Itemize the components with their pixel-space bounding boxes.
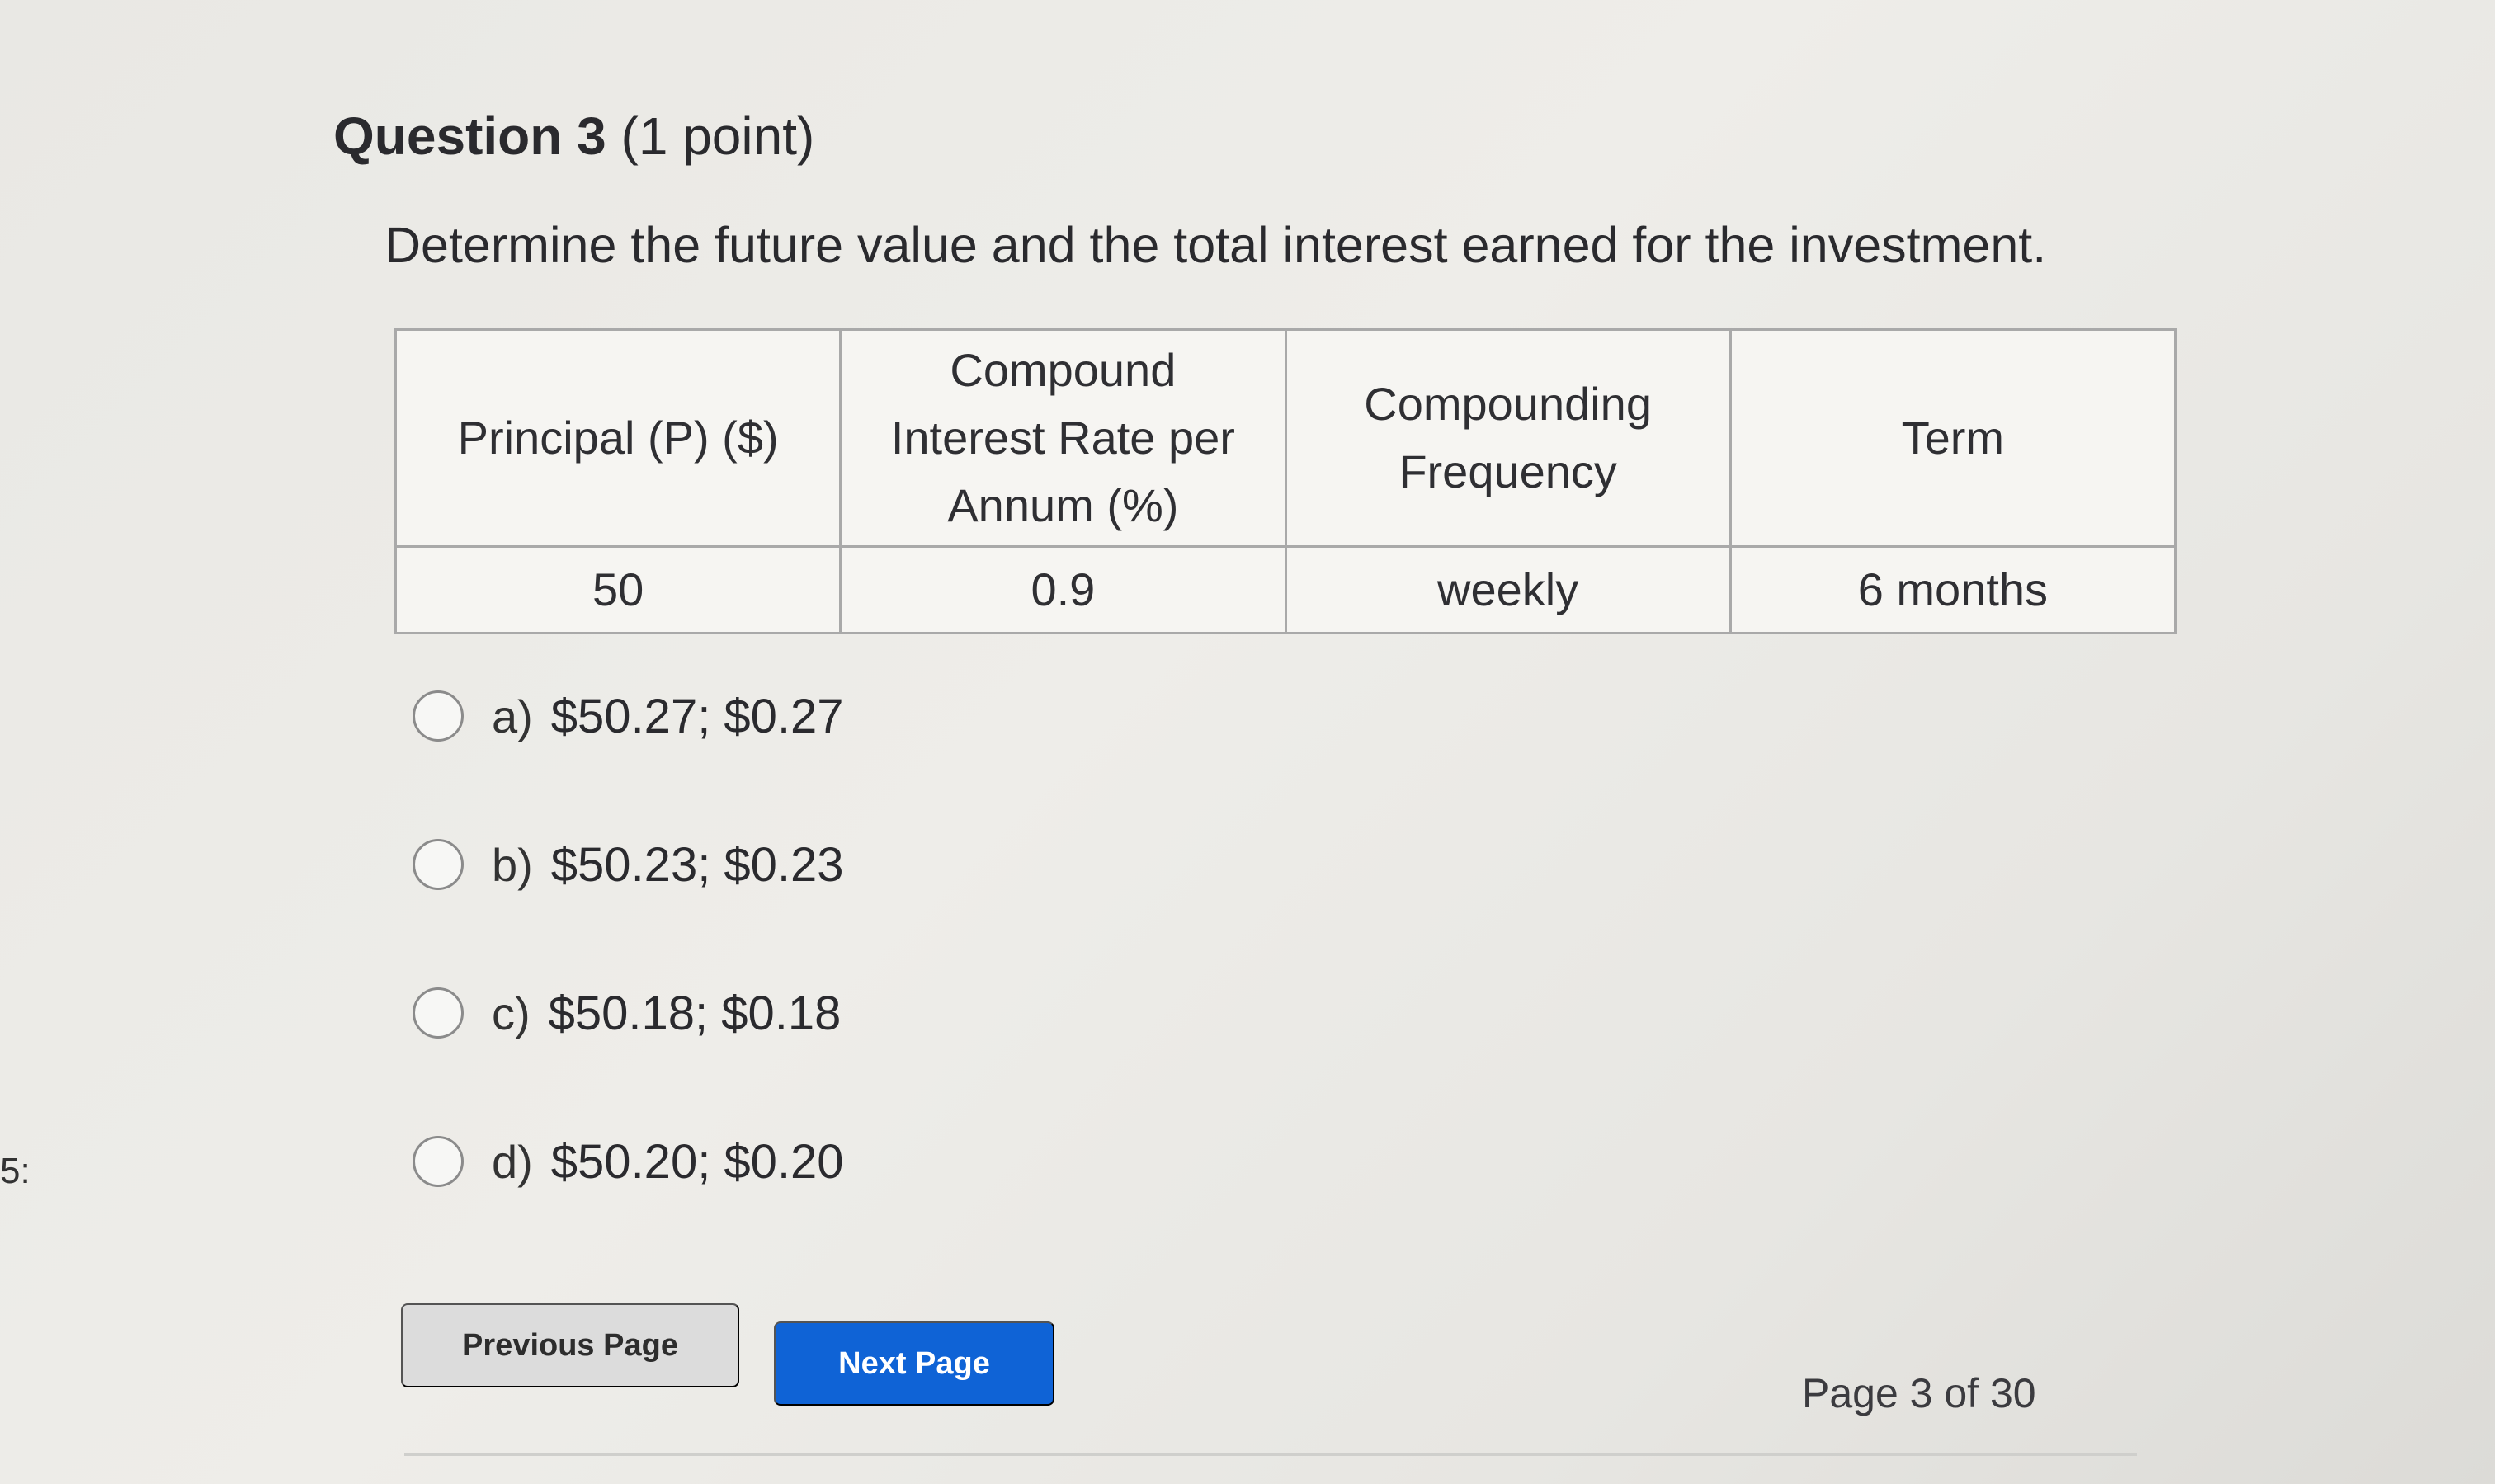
header-rate: Compound Interest Rate per Annum (%) (839, 328, 1287, 548)
option-text: $50.23; $0.23 (550, 837, 844, 892)
radio-button-b[interactable] (413, 839, 464, 890)
question-number: Question 3 (333, 106, 606, 166)
investment-table: Principal (P) ($) Compound Interest Rate… (394, 328, 2177, 634)
edge-mark: 5: (0, 1151, 31, 1191)
cell-rate: 0.9 (839, 545, 1287, 634)
radio-button-a[interactable] (413, 690, 464, 742)
question-points: (1 point) (620, 106, 815, 166)
page-indicator: Page 3 of 30 (1802, 1370, 2036, 1416)
option-text: $50.20; $0.20 (550, 1134, 844, 1189)
radio-button-c[interactable] (413, 987, 464, 1039)
question-title: Question 3 (1 point) (333, 106, 814, 167)
table-header-row: Principal (P) ($) Compound Interest Rate… (394, 328, 2177, 548)
previous-page-button[interactable]: Previous Page (401, 1303, 739, 1387)
option-text: $50.18; $0.18 (548, 986, 842, 1040)
option-letter: a) (492, 690, 533, 742)
question-prompt: Determine the future value and the total… (384, 217, 2047, 273)
divider (404, 1453, 2137, 1456)
option-text: $50.27; $0.27 (550, 689, 844, 743)
option-b[interactable]: b) $50.23; $0.23 (413, 825, 844, 904)
cell-term: 6 months (1729, 545, 2177, 634)
option-c[interactable]: c) $50.18; $0.18 (413, 973, 844, 1053)
header-frequency: Compounding Frequency (1284, 328, 1732, 548)
answer-options: a) $50.27; $0.27 b) $50.23; $0.23 c) $50… (413, 676, 844, 1270)
option-letter: c) (492, 987, 531, 1039)
option-a[interactable]: a) $50.27; $0.27 (413, 676, 844, 756)
option-letter: d) (492, 1135, 533, 1188)
cell-frequency: weekly (1284, 545, 1732, 634)
table-row: 50 0.9 weekly 6 months (394, 545, 2177, 634)
header-term: Term (1729, 328, 2177, 548)
next-page-button[interactable]: Next Page (774, 1321, 1054, 1406)
header-principal: Principal (P) ($) (394, 328, 842, 548)
option-letter: b) (492, 838, 533, 891)
radio-button-d[interactable] (413, 1136, 464, 1187)
option-d[interactable]: d) $50.20; $0.20 (413, 1122, 844, 1201)
cell-principal: 50 (394, 545, 842, 634)
